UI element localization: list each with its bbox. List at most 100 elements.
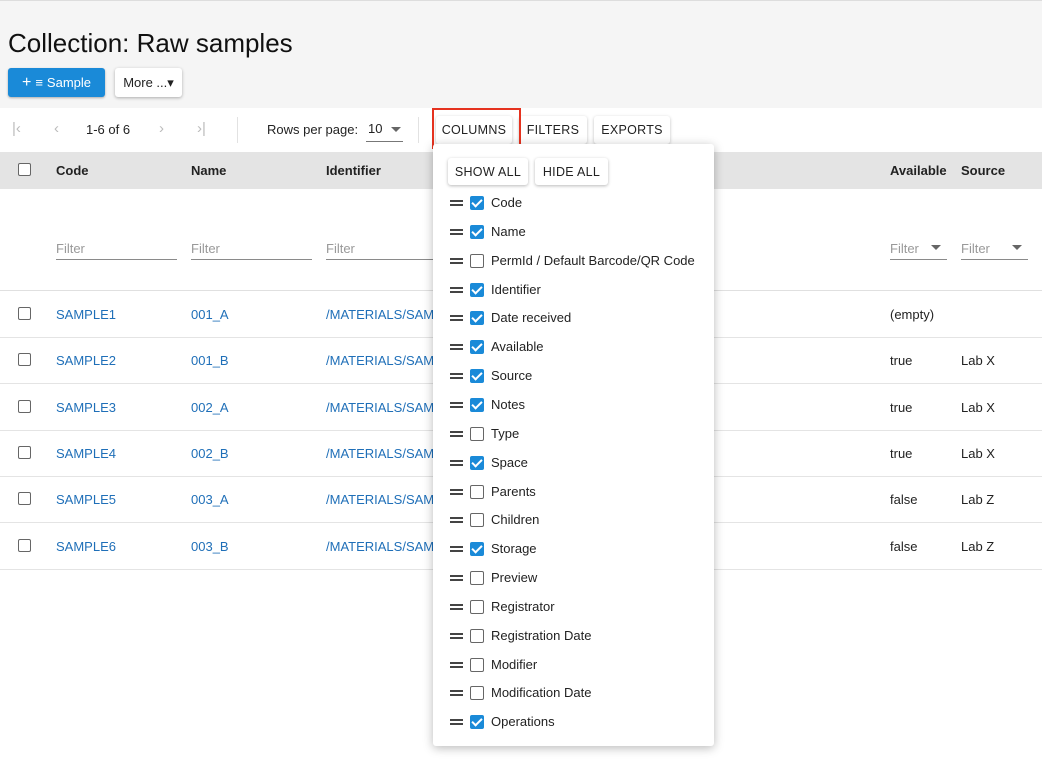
drag-handle-icon[interactable] xyxy=(450,661,463,668)
drag-handle-icon[interactable] xyxy=(450,401,463,408)
column-option[interactable]: Code xyxy=(433,192,714,216)
cell-code[interactable]: SAMPLE1 xyxy=(56,307,116,322)
filter-code[interactable]: Filter xyxy=(56,240,177,260)
drag-handle-icon[interactable] xyxy=(450,459,463,466)
column-checkbox[interactable] xyxy=(470,426,484,441)
exports-button[interactable]: EXPORTS xyxy=(594,116,670,144)
header-name[interactable]: Name xyxy=(191,163,226,178)
drag-handle-icon[interactable] xyxy=(450,546,463,553)
drag-handle-icon[interactable] xyxy=(450,257,463,264)
header-source[interactable]: Source xyxy=(961,163,1005,178)
drag-handle-icon[interactable] xyxy=(450,488,463,495)
cell-code[interactable]: SAMPLE5 xyxy=(56,492,116,507)
column-checkbox[interactable] xyxy=(470,599,484,614)
column-checkbox[interactable] xyxy=(470,542,484,557)
column-option[interactable]: Registration Date xyxy=(433,625,714,649)
column-checkbox[interactable] xyxy=(470,571,484,586)
drag-handle-icon[interactable] xyxy=(450,373,463,380)
header-identifier[interactable]: Identifier xyxy=(326,163,381,178)
column-checkbox[interactable] xyxy=(470,686,484,701)
cell-identifier[interactable]: /MATERIALS/SAM xyxy=(326,307,434,322)
hide-all-button[interactable]: HIDE ALL xyxy=(535,158,608,185)
drag-handle-icon[interactable] xyxy=(450,690,463,697)
column-option[interactable]: PermId / Default Barcode/QR Code xyxy=(433,250,714,274)
cell-identifier[interactable]: /MATERIALS/SAM xyxy=(326,446,434,461)
column-option[interactable]: Modification Date xyxy=(433,682,714,706)
add-sample-button[interactable]: + ≡ Sample xyxy=(8,68,105,97)
first-page-icon[interactable]: |‹ xyxy=(12,120,21,137)
cell-identifier[interactable]: /MATERIALS/SAM xyxy=(326,492,434,507)
column-option[interactable]: Available xyxy=(433,336,714,360)
drag-handle-icon[interactable] xyxy=(450,315,463,322)
drag-handle-icon[interactable] xyxy=(450,575,463,582)
cell-code[interactable]: SAMPLE6 xyxy=(56,539,116,554)
column-option[interactable]: Name xyxy=(433,221,714,245)
cell-name[interactable]: 002_B xyxy=(191,446,229,461)
column-checkbox[interactable] xyxy=(470,715,484,730)
column-option[interactable]: Space xyxy=(433,452,714,476)
header-code[interactable]: Code xyxy=(56,163,89,178)
drag-handle-icon[interactable] xyxy=(450,719,463,726)
cell-identifier[interactable]: /MATERIALS/SAM xyxy=(326,353,434,368)
drag-handle-icon[interactable] xyxy=(450,286,463,293)
filter-identifier[interactable]: Filter xyxy=(326,240,434,260)
column-option[interactable]: Modifier xyxy=(433,654,714,678)
cell-code[interactable]: SAMPLE4 xyxy=(56,446,116,461)
show-all-button[interactable]: SHOW ALL xyxy=(448,158,528,185)
column-checkbox[interactable] xyxy=(470,657,484,672)
row-checkbox[interactable] xyxy=(18,446,31,459)
cell-identifier[interactable]: /MATERIALS/SAM xyxy=(326,539,434,554)
cell-name[interactable]: 002_A xyxy=(191,400,229,415)
column-option[interactable]: Storage xyxy=(433,538,714,562)
row-checkbox[interactable] xyxy=(18,539,31,552)
filter-name[interactable]: Filter xyxy=(191,240,312,260)
drag-handle-icon[interactable] xyxy=(450,632,463,639)
row-checkbox[interactable] xyxy=(18,492,31,505)
columns-button[interactable]: COLUMNS xyxy=(436,116,512,144)
cell-name[interactable]: 003_B xyxy=(191,539,229,554)
column-checkbox[interactable] xyxy=(470,340,484,355)
column-option[interactable]: Type xyxy=(433,423,714,447)
column-checkbox[interactable] xyxy=(470,196,484,210)
drag-handle-icon[interactable] xyxy=(450,228,463,235)
filters-button[interactable]: FILTERS xyxy=(519,116,587,144)
cell-name[interactable]: 001_A xyxy=(191,307,229,322)
previous-page-icon[interactable]: ‹ xyxy=(54,120,59,137)
column-checkbox[interactable] xyxy=(470,224,484,239)
column-checkbox[interactable] xyxy=(470,484,484,499)
column-option[interactable]: Parents xyxy=(433,481,714,505)
column-checkbox[interactable] xyxy=(470,253,484,268)
select-all-checkbox[interactable] xyxy=(18,163,31,176)
filter-source[interactable]: Filter xyxy=(961,240,1028,260)
filter-available[interactable]: Filter xyxy=(890,240,947,260)
column-checkbox[interactable] xyxy=(470,397,484,412)
column-checkbox[interactable] xyxy=(470,455,484,470)
column-option[interactable]: Operations xyxy=(433,711,714,735)
column-option[interactable]: Children xyxy=(433,509,714,533)
column-checkbox[interactable] xyxy=(470,628,484,643)
column-checkbox[interactable] xyxy=(470,369,484,384)
column-option[interactable]: Identifier xyxy=(433,279,714,303)
column-option[interactable]: Preview xyxy=(433,567,714,591)
drag-handle-icon[interactable] xyxy=(450,200,463,206)
column-option[interactable]: Registrator xyxy=(433,596,714,620)
column-checkbox[interactable] xyxy=(470,282,484,297)
column-checkbox[interactable] xyxy=(470,311,484,326)
row-checkbox[interactable] xyxy=(18,400,31,413)
cell-code[interactable]: SAMPLE2 xyxy=(56,353,116,368)
cell-name[interactable]: 003_A xyxy=(191,492,229,507)
cell-identifier[interactable]: /MATERIALS/SAM xyxy=(326,400,434,415)
header-available[interactable]: Available xyxy=(890,163,947,178)
drag-handle-icon[interactable] xyxy=(450,430,463,437)
rows-per-page-select[interactable]: 10 xyxy=(366,118,403,142)
row-checkbox[interactable] xyxy=(18,353,31,366)
drag-handle-icon[interactable] xyxy=(450,517,463,524)
cell-code[interactable]: SAMPLE3 xyxy=(56,400,116,415)
last-page-icon[interactable]: ›| xyxy=(197,120,206,137)
more-button[interactable]: More ...▾ xyxy=(115,68,182,97)
row-checkbox[interactable] xyxy=(18,307,31,320)
column-option[interactable]: Source xyxy=(433,365,714,389)
column-option[interactable]: Notes xyxy=(433,394,714,418)
column-checkbox[interactable] xyxy=(470,513,484,528)
drag-handle-icon[interactable] xyxy=(450,603,463,610)
